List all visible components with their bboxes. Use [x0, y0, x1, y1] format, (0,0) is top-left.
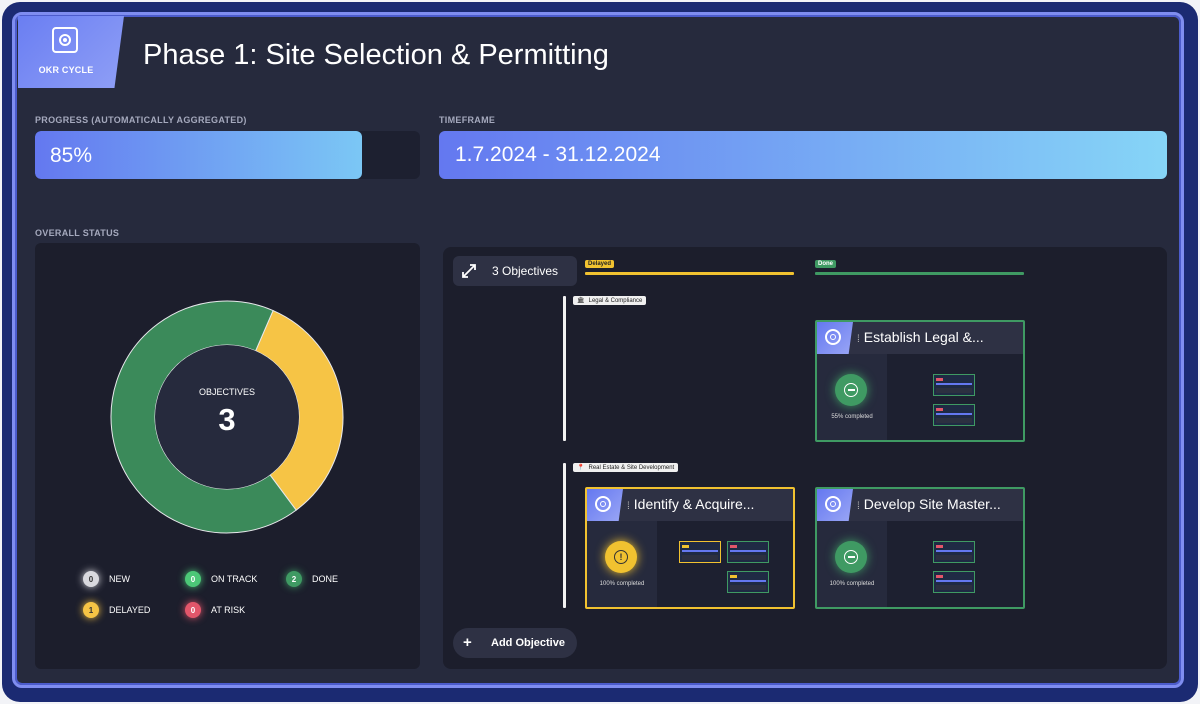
objective-card-identify-acquire[interactable]: ⁞ Identify & Acquire... ! 100% completed — [585, 487, 795, 609]
status-done-icon — [835, 541, 867, 573]
column-line-delayed — [585, 272, 794, 275]
target-icon — [595, 496, 611, 512]
objective-completion: 100% completed — [599, 581, 645, 587]
progress-value: 85% — [50, 144, 93, 167]
legend-on-track: 0 ON TRACK — [185, 571, 257, 587]
objective-title: ⁞ Identify & Acquire... — [627, 496, 754, 512]
objective-badge — [817, 489, 853, 521]
objectives-toggle-button[interactable]: 3 Objectives — [453, 256, 577, 286]
objectives-map — [443, 247, 1167, 669]
target-icon — [825, 496, 841, 512]
donut-center: OBJECTIVES 3 — [110, 300, 344, 534]
objective-badge — [817, 322, 853, 354]
timeframe-value: 1.7.2024 - 31.12.2024 — [455, 143, 661, 166]
exclamation-icon: ! — [614, 550, 628, 564]
legend-badge-on-track: 0 — [185, 571, 201, 587]
legend-badge-new: 0 — [83, 571, 99, 587]
key-result-thumbnail[interactable] — [679, 541, 721, 563]
objective-title: ⁞ Establish Legal &... — [857, 329, 984, 345]
objectives-count: 3 — [218, 402, 236, 437]
group-tag-legal[interactable]: 🏛 Legal & Compliance — [573, 296, 647, 305]
group-label-legal: Legal & Compliance — [588, 297, 643, 304]
column-tag-done: Done — [815, 260, 836, 268]
key-result-thumbnail[interactable] — [727, 571, 769, 593]
okr-cycle-label: OKR CYCLE — [38, 65, 94, 75]
page-title: Phase 1: Site Selection & Permitting — [143, 39, 609, 71]
objective-title-text: Identify & Acquire... — [633, 496, 755, 512]
objective-badge — [587, 489, 623, 521]
objective-card-develop-site-master[interactable]: ⁞ Develop Site Master... 100% completed — [815, 487, 1025, 609]
objective-status-area: 100% completed — [817, 521, 887, 607]
legend-done: 2 DONE — [286, 571, 338, 587]
overall-status-panel: OBJECTIVES 3 0 NEW 0 ON TRACK 2 DONE 1 D… — [35, 243, 420, 669]
objective-completion: 100% completed — [829, 581, 875, 587]
key-result-thumbnail[interactable] — [933, 571, 975, 593]
legend-badge-delayed: 1 — [83, 602, 99, 618]
drag-handle-icon: ⁞ — [857, 501, 860, 512]
objective-title-text: Establish Legal &... — [863, 329, 984, 345]
group-tag-real-estate[interactable]: 📍 Real Estate & Site Development — [573, 463, 679, 472]
key-result-thumbnail[interactable] — [933, 374, 975, 396]
legend-new: 0 NEW — [83, 571, 130, 587]
legend-delayed: 1 DELAYED — [83, 602, 150, 618]
status-done-glyph — [844, 383, 858, 397]
drag-handle-icon: ⁞ — [857, 334, 860, 345]
legend-label-on-track: ON TRACK — [211, 574, 258, 584]
target-icon — [52, 27, 78, 53]
legend-label-done: DONE — [312, 574, 339, 584]
legend-badge-done: 2 — [286, 571, 302, 587]
building-icon: 🏛 — [577, 298, 585, 304]
progress-bar: 85% — [35, 131, 420, 179]
status-done-glyph — [844, 550, 858, 564]
legend-at-risk: 0 AT RISK — [185, 602, 245, 618]
timeframe-label: TIMEFRAME — [439, 115, 496, 125]
legend-badge-at-risk: 0 — [185, 602, 201, 618]
status-delayed-icon: ! — [605, 541, 637, 573]
column-tag-delayed: Delayed — [585, 260, 615, 268]
timeframe-field[interactable]: 1.7.2024 - 31.12.2024 — [439, 131, 1167, 179]
legend-label-new: NEW — [109, 574, 130, 584]
status-done-icon — [835, 374, 867, 406]
group-label-real-estate: Real Estate & Site Development — [588, 464, 675, 471]
drag-handle-icon: ⁞ — [627, 501, 630, 512]
key-result-thumbnail[interactable] — [727, 541, 769, 563]
group-rail-real-estate — [563, 463, 566, 608]
expand-icon — [462, 264, 476, 278]
objective-status-area: ! 100% completed — [587, 521, 657, 607]
legend-label-delayed: DELAYED — [109, 605, 151, 615]
objective-status-area: 55% completed — [817, 354, 887, 440]
plus-icon: + — [463, 634, 472, 651]
legend-label-at-risk: AT RISK — [211, 605, 246, 615]
pin-icon: 📍 — [577, 465, 585, 471]
add-objective-label: Add Objective — [491, 637, 565, 649]
objective-card-establish-legal[interactable]: ⁞ Establish Legal &... 55% completed — [815, 320, 1025, 442]
group-rail-legal — [563, 296, 566, 441]
objective-title: ⁞ Develop Site Master... — [857, 496, 1001, 512]
objectives-button-label: 3 Objectives — [492, 264, 559, 278]
progress-label: PROGRESS (AUTOMATICALLY AGGREGATED) — [35, 115, 247, 125]
target-icon — [825, 329, 841, 345]
column-line-done — [815, 272, 1024, 275]
objective-title-text: Develop Site Master... — [863, 496, 1001, 512]
add-objective-button[interactable]: + Add Objective — [453, 628, 577, 658]
objective-completion: 55% completed — [831, 414, 873, 420]
key-result-thumbnail[interactable] — [933, 404, 975, 426]
donut-center-label: OBJECTIVES — [198, 387, 255, 397]
key-result-thumbnail[interactable] — [933, 541, 975, 563]
overall-status-label: OVERALL STATUS — [35, 228, 120, 238]
